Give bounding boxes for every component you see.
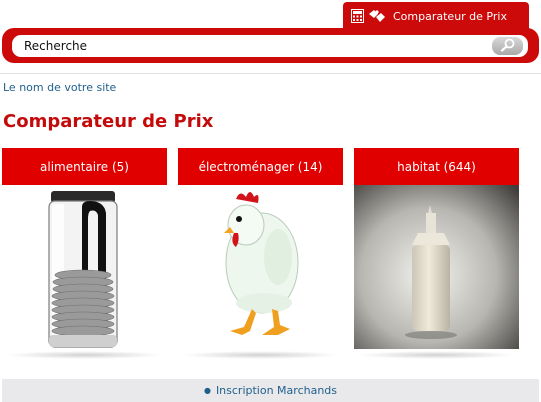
category-header[interactable]: alimentaire (5) bbox=[2, 148, 167, 185]
site-name-link[interactable]: Le nom de votre site bbox=[3, 81, 116, 94]
category-card-alimentaire[interactable]: alimentaire (5) bbox=[2, 148, 167, 359]
puzzle-icon bbox=[368, 9, 386, 23]
card-shadow bbox=[357, 351, 516, 359]
page-title: Comparateur de Prix bbox=[3, 111, 214, 132]
category-image-squeeze-bottle[interactable] bbox=[354, 185, 519, 349]
footer-bar: ● Inscription Marchands bbox=[2, 379, 539, 402]
header-divider bbox=[0, 73, 541, 74]
search-input[interactable] bbox=[12, 35, 528, 57]
category-header[interactable]: habitat (644) bbox=[354, 148, 519, 185]
card-shadow bbox=[181, 351, 340, 359]
bullet-icon: ● bbox=[203, 386, 211, 395]
category-image-glass-jar[interactable] bbox=[2, 185, 167, 349]
category-card-electromenager[interactable]: électroménager (14) bbox=[178, 148, 343, 359]
category-image-chicken-egg-cooker[interactable] bbox=[178, 185, 343, 349]
category-card-habitat[interactable]: habitat (644) bbox=[354, 148, 519, 359]
card-shadow bbox=[5, 351, 164, 359]
search-button[interactable] bbox=[492, 37, 523, 55]
magnifier-icon bbox=[500, 37, 516, 56]
merchant-registration-link[interactable]: Inscription Marchands bbox=[216, 384, 337, 397]
top-tab-label: Comparateur de Prix bbox=[393, 9, 507, 23]
calculator-icon bbox=[351, 9, 364, 23]
category-header[interactable]: électroménager (14) bbox=[178, 148, 343, 185]
top-tab[interactable]: Comparateur de Prix bbox=[343, 2, 529, 30]
